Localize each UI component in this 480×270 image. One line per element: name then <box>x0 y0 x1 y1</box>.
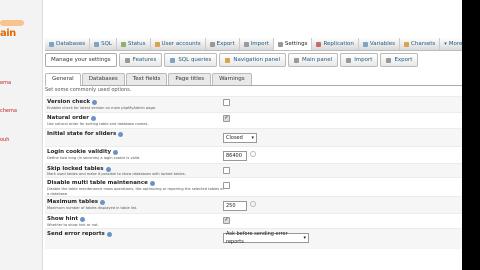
version-check-checkbox[interactable] <box>223 99 230 106</box>
tab-status[interactable]: Status <box>117 38 151 50</box>
setting-row: Natural order Use natural order for sort… <box>45 112 462 128</box>
disable-multi-table-maintenance-checkbox[interactable] <box>223 182 230 189</box>
tab-general[interactable]: General <box>45 73 81 86</box>
setting-label: Login cookie validity <box>47 149 112 155</box>
setting-label: Maximum tables <box>47 199 99 205</box>
tab-navigation-panel[interactable]: Navigation panel <box>219 53 287 67</box>
setting-label: Natural order <box>47 115 89 121</box>
tab-charsets[interactable]: Charsets <box>400 38 441 50</box>
features-icon <box>124 57 130 63</box>
navigation-icon <box>225 57 231 63</box>
maximum-tables-input[interactable]: 250 <box>223 201 247 211</box>
setting-label: Initial state for sliders <box>47 131 117 137</box>
tab-main-panel[interactable]: Main panel <box>288 53 339 67</box>
help-icon[interactable] <box>90 115 96 121</box>
form-tabs: General Databases Text fields Page title… <box>45 73 462 86</box>
tab-manage-your-settings[interactable]: Manage your settings <box>45 53 117 67</box>
sql-icon <box>94 41 100 47</box>
skip-locked-tables-checkbox[interactable] <box>223 167 230 174</box>
help-icon[interactable] <box>92 99 97 105</box>
setting-label: Version check <box>47 99 90 105</box>
setting-description: Mark used tables and make it possible to… <box>47 172 186 176</box>
setting-row: Login cookie validity Define how long (i… <box>45 146 462 163</box>
database-icon <box>49 41 54 47</box>
tab-import-settings[interactable]: Import <box>340 53 379 67</box>
help-icon[interactable] <box>149 180 155 186</box>
setting-description: Use natural order for sorting table and … <box>47 122 149 126</box>
tab-variables[interactable]: Variables <box>359 38 401 50</box>
setting-row: Maximum tables Maximum number of tables … <box>45 196 462 213</box>
tab-user-accounts[interactable]: User accounts <box>151 38 206 50</box>
nav-item[interactable]: ouh <box>0 137 9 143</box>
status-icon <box>121 41 126 47</box>
import-icon <box>346 57 352 63</box>
navigation-panel: ain ema chema ouh <box>0 0 43 270</box>
setting-row: Initial state for sliders Closed ▾ <box>45 128 462 146</box>
chevron-down-icon: ▾ <box>303 235 306 241</box>
settings-subtabs: Manage your settings Features SQL querie… <box>45 53 462 67</box>
help-icon[interactable] <box>118 131 124 137</box>
variables-icon <box>362 41 368 47</box>
browser-content: ain ema chema ouh Databases SQL Status U… <box>0 0 462 270</box>
setting-label: Send error reports <box>47 231 105 237</box>
tab-databases[interactable]: Databases <box>45 38 91 50</box>
tab-import[interactable]: Import <box>240 38 274 50</box>
setting-row: Skip locked tables Mark used tables and … <box>45 163 462 177</box>
tab-page-titles[interactable]: Page titles <box>168 73 212 85</box>
setting-label: Show hint <box>47 216 78 222</box>
users-icon <box>154 41 160 47</box>
help-icon[interactable] <box>113 149 119 155</box>
setting-description: Whether to show hint or not. <box>47 223 99 227</box>
sql-icon <box>170 57 176 63</box>
export-icon <box>209 41 215 47</box>
help-icon[interactable] <box>105 166 111 172</box>
settings-form: Version check Enables check for latest v… <box>45 96 462 249</box>
import-icon <box>243 41 249 47</box>
tab-warnings[interactable]: Warnings <box>212 73 252 85</box>
setting-row: Show hint Whether to show hint or not. ✓ <box>45 213 462 228</box>
nav-item[interactable]: ema <box>0 80 11 86</box>
wrench-icon <box>277 41 283 47</box>
form-description: Set some commonly used options. <box>45 87 132 93</box>
charsets-icon <box>404 41 410 47</box>
export-icon <box>386 57 392 63</box>
setting-description: Maximum number of tables displayed in ta… <box>47 206 138 210</box>
error-reports-select[interactable]: Ask before sending error reports ▾ <box>223 231 309 245</box>
logo: ain <box>0 20 24 39</box>
tab-more[interactable]: ▾ More <box>440 38 462 50</box>
chevron-down-icon: ▾ <box>444 41 447 47</box>
sliders-state-select[interactable]: Closed ▾ <box>223 133 257 143</box>
show-hint-checkbox[interactable]: ✓ <box>223 217 230 224</box>
tab-databases-form[interactable]: Databases <box>81 73 125 85</box>
tab-replication[interactable]: Replication <box>312 38 359 50</box>
server-tabs: Databases SQL Status User accounts Expor… <box>45 38 462 51</box>
login-cookie-validity-input[interactable]: 86400 <box>223 151 247 161</box>
reset-icon[interactable] <box>250 201 256 207</box>
help-icon[interactable] <box>100 199 106 205</box>
nav-item[interactable]: chema <box>0 108 17 114</box>
tab-sql[interactable]: SQL <box>90 38 117 50</box>
setting-description: Disable the table maintenance mass opera… <box>47 187 224 196</box>
setting-description: Define how long (in seconds) a login coo… <box>47 156 141 160</box>
main-panel-icon <box>294 57 300 63</box>
replication-icon <box>316 41 322 47</box>
setting-row: Disable multi table maintenance Disable … <box>45 177 462 196</box>
setting-row: Version check Enables check for latest v… <box>45 96 462 112</box>
chevron-down-icon: ▾ <box>251 135 254 141</box>
tab-text-fields[interactable]: Text fields <box>125 73 168 85</box>
tab-settings[interactable]: Settings <box>273 38 313 50</box>
tab-export-settings[interactable]: Export <box>380 53 419 67</box>
natural-order-checkbox[interactable]: ✓ <box>223 115 230 122</box>
tab-export[interactable]: Export <box>206 38 240 50</box>
setting-description: Enables check for latest version on main… <box>47 106 157 110</box>
help-icon[interactable] <box>106 231 112 237</box>
reset-icon[interactable] <box>250 151 256 157</box>
help-icon[interactable] <box>80 216 85 222</box>
tab-sql-queries[interactable]: SQL queries <box>164 53 218 67</box>
tab-features[interactable]: Features <box>118 53 163 67</box>
setting-label: Disable multi table maintenance <box>47 180 148 186</box>
setting-row: Send error reports Ask before sending er… <box>45 228 462 249</box>
